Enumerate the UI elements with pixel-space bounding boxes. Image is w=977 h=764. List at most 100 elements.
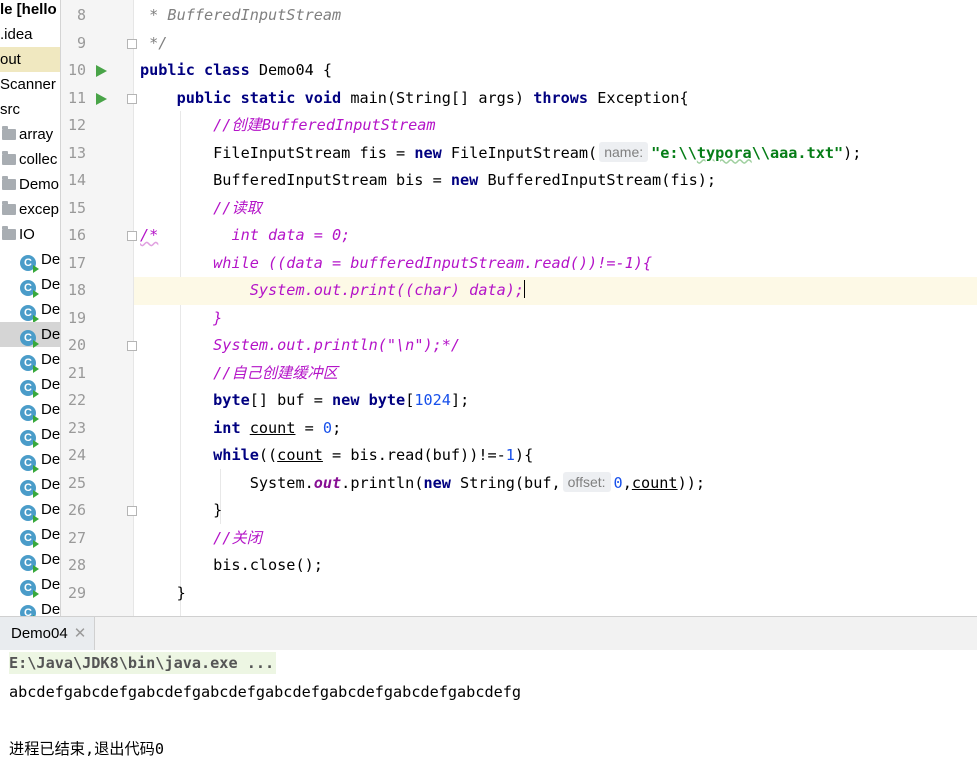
project-tree-item[interactable]: excep — [0, 197, 60, 222]
run-icon[interactable] — [96, 92, 107, 105]
line-number: 10 — [67, 61, 86, 79]
project-tree-item[interactable]: out — [0, 47, 60, 72]
project-tree-item[interactable]: C De — [0, 322, 60, 348]
project-tree-item[interactable]: C De — [0, 447, 60, 473]
variable-count: count — [249, 418, 296, 437]
code-line-17[interactable]: while ((data = bufferedInputStream.read(… — [134, 250, 977, 278]
project-tree-item[interactable]: Scanner — [0, 72, 60, 97]
code-line-22[interactable]: byte[] buf = new byte[1024]; — [134, 387, 977, 415]
project-tree-item[interactable]: C De — [0, 247, 60, 273]
project-tree-label: De — [41, 601, 61, 616]
keyword: new — [414, 143, 442, 162]
project-tree: le [hello .idea out Scanner src array collec De… — [0, 0, 61, 616]
keyword: while — [213, 446, 259, 464]
editor-gutter: 8 9 10 11 12 13 14 15 16 17 18 19 20 21 22 23 24 25 26 27 28… — [61, 0, 137, 616]
project-tree-item[interactable]: C De — [0, 347, 61, 373]
line-comment: //自己创建缓冲区 — [213, 363, 338, 382]
project-tree-item[interactable]: Demo — [0, 172, 60, 197]
code-line-27[interactable]: //关闭 — [134, 525, 977, 553]
project-tree-item[interactable]: C De — [0, 497, 60, 523]
project-tree-item[interactable]: collec — [0, 147, 60, 172]
code-line-9[interactable]: */ — [134, 30, 977, 58]
java-class-icon: C — [20, 305, 39, 323]
java-command[interactable]: E:\Java\JDK8\bin\java.exe ... — [9, 652, 277, 674]
console-command-line: E:\Java\JDK8\bin\java.exe ... — [9, 652, 277, 674]
code-line-18-current[interactable]: System.out.print((char) data); — [134, 277, 977, 305]
number-literal: 0 — [613, 473, 623, 492]
code-line-11[interactable]: public static void main(String[] args) t… — [134, 85, 977, 113]
code-line-8[interactable]: * BufferedInputStream — [134, 2, 977, 30]
project-tree-item[interactable]: .idea — [0, 22, 60, 47]
run-icon[interactable] — [96, 65, 107, 77]
project-tree-item[interactable]: C De — [0, 572, 60, 598]
variable-count: count — [631, 473, 678, 492]
close-icon[interactable]: ✕ — [74, 625, 87, 642]
code-line-29[interactable]: } — [134, 580, 977, 608]
text-caret — [524, 280, 526, 298]
code-text: (( — [258, 446, 278, 464]
project-tree-item[interactable]: C De — [0, 372, 60, 398]
block-comment: } — [213, 308, 223, 327]
code-text: .println( — [341, 473, 424, 492]
code-line-24[interactable]: while((count = bis.read(buf))!=-1){ — [134, 442, 977, 470]
string-literal: \\aaa.txt" — [751, 143, 844, 162]
code-line-20[interactable]: System.out.println("\n");*/ — [134, 332, 977, 360]
project-tree-item[interactable]: C De — [0, 597, 61, 616]
run-console[interactable]: E:\Java\JDK8\bin\java.exe ... abcdefgabc… — [0, 650, 977, 764]
project-tree-item[interactable]: IO — [0, 222, 60, 247]
code-line-15[interactable]: //读取 — [134, 195, 977, 223]
code-editor[interactable]: * BufferedInputStream */ public class De… — [134, 0, 977, 616]
code-line-21[interactable]: //自己创建缓冲区 — [134, 360, 977, 388]
project-tree-label: collec — [19, 151, 58, 168]
keyword: new — [423, 473, 451, 492]
line-number: 28 — [67, 556, 86, 574]
project-tree-item[interactable]: C De — [0, 547, 61, 573]
line-comment: //读取 — [213, 198, 262, 217]
project-tree-item[interactable]: array — [0, 122, 60, 147]
console-output: abcdefgabcdefgabcdefgabcdefgabcdefgabcde… — [9, 683, 522, 701]
line-number: 26 — [67, 501, 86, 519]
project-tree-item[interactable]: C De — [0, 297, 60, 323]
project-tree-item[interactable]: C De — [0, 272, 60, 298]
project-tree-label: Demo — [19, 176, 60, 193]
java-class-icon: C — [20, 355, 39, 373]
project-tree-label: out — [0, 51, 21, 68]
code-text: BufferedInputStream(fis); — [478, 171, 717, 189]
project-tree-label: De — [41, 351, 61, 368]
project-tree-item[interactable]: C De — [0, 397, 60, 423]
project-tree-item[interactable]: le [hello — [0, 0, 60, 22]
project-tree-label: array — [19, 126, 54, 143]
project-tree-item[interactable]: C De — [0, 472, 60, 498]
project-tree-label: De — [41, 551, 61, 568]
line-comment: //创建BufferedInputStream — [213, 116, 436, 134]
code-text: ; — [332, 418, 342, 437]
code-line-14[interactable]: BufferedInputStream bis = new BufferedIn… — [134, 167, 977, 195]
code-line-19[interactable]: } — [134, 305, 977, 333]
java-class-icon: C — [20, 380, 39, 398]
code-line-28[interactable]: bis.close(); — [134, 552, 977, 580]
code-line-12[interactable]: //创建BufferedInputStream — [134, 112, 977, 140]
code-line-25[interactable]: System.out.println(new String(buf, offset… — [134, 470, 977, 498]
line-number: 15 — [67, 198, 86, 217]
code-line-10[interactable]: public class Demo04 { — [134, 57, 977, 85]
code-text: ){ — [514, 446, 534, 464]
java-class-icon: C — [20, 405, 39, 423]
code-line-13[interactable]: FileInputStream fis = new FileInputStrea… — [134, 140, 977, 168]
code-line-16[interactable]: /* int data = 0; — [134, 222, 977, 250]
code-line-23[interactable]: int count = 0; — [134, 415, 977, 443]
string-literal: "e:\\ — [651, 143, 697, 162]
project-tree-item[interactable]: src — [0, 97, 60, 122]
project-tree-item[interactable]: C De — [0, 522, 60, 548]
project-tree-item[interactable]: C De — [0, 422, 60, 448]
variable-count: count — [277, 446, 323, 464]
java-class-icon: C — [20, 580, 39, 598]
number-literal: 0 — [322, 418, 333, 437]
parameter-hint: offset: — [562, 471, 611, 492]
run-tab-demo04[interactable]: Demo04 ✕ — [0, 617, 96, 650]
code-line-26[interactable]: } — [134, 497, 977, 525]
keyword: new — [450, 171, 479, 189]
project-tree-label: excep — [19, 201, 60, 218]
code-text: FileInputStream( — [441, 143, 598, 162]
